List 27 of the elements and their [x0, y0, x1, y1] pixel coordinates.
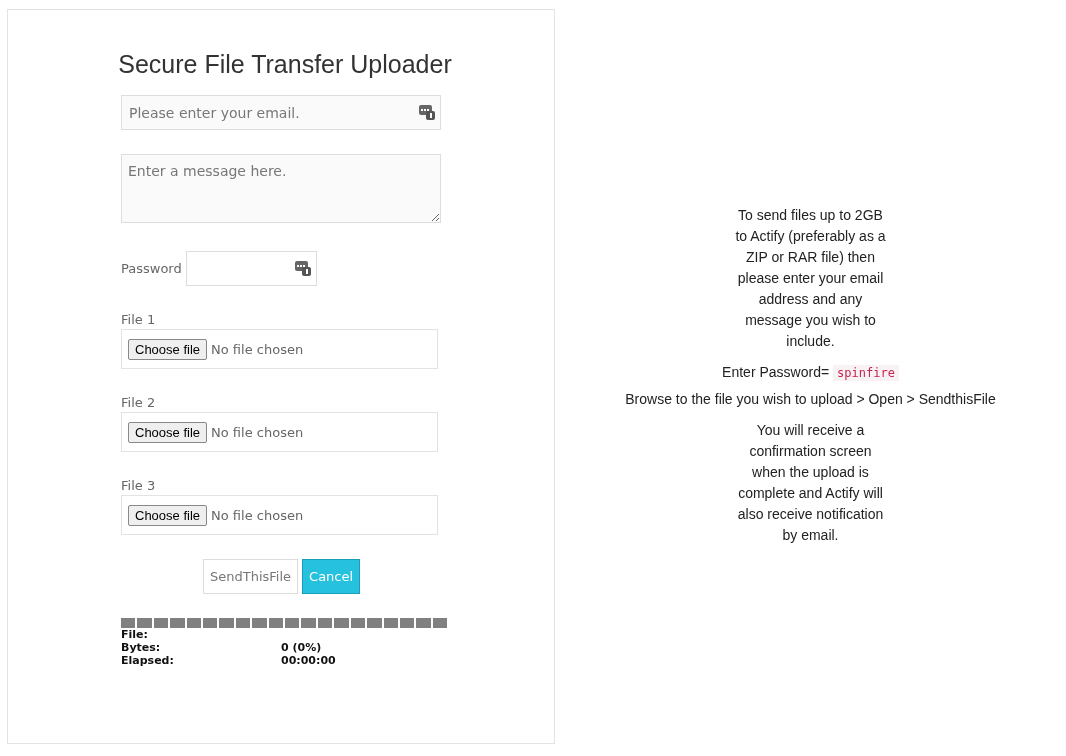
choose-file-button[interactable]: Choose file: [128, 504, 208, 526]
progress-value: 0 (0%): [281, 641, 322, 654]
email-field[interactable]: Please enter your email.: [121, 95, 441, 130]
progress-value: 00:00:00: [281, 654, 336, 667]
progress-label: File:: [121, 628, 149, 641]
file-label: File 3: [121, 478, 157, 493]
progress-label: Bytes:: [121, 641, 162, 654]
intro-text: To send files up to 2GB to Actify (preferably as a ZIP or RAR file) then please enter your email address and any message you wish to include.: [734, 206, 887, 351]
confirmation-text: You will receive a confirmation screen when the upload is complete and Actify will also receive notification by email.: [736, 421, 885, 545]
file-label: File 1: [121, 312, 157, 327]
file-status: No file chosen: [211, 507, 304, 523]
file-label: File 2: [121, 395, 157, 410]
file-status: No file chosen: [211, 341, 304, 357]
file-status: No file chosen: [211, 424, 304, 440]
choose-file-button[interactable]: Choose file: [128, 338, 208, 360]
password-manager-icon[interactable]: [419, 104, 435, 120]
password-manager-icon[interactable]: [294, 260, 311, 276]
form-title: Secure File Transfer Uploader: [117, 50, 453, 79]
message-field[interactable]: Enter a message here.: [121, 154, 441, 223]
password-label: Password: [121, 261, 182, 276]
password-code: spinfire: [833, 364, 899, 381]
password-hint-label: Enter Password=: [722, 363, 830, 382]
send-button[interactable]: SendThisFile: [203, 559, 299, 594]
browse-instructions: Browse to the file you wish to upload > Open > SendthisFile: [625, 390, 996, 409]
progress-label: Elapsed:: [121, 654, 175, 667]
password-field[interactable]: [185, 251, 317, 286]
choose-file-button[interactable]: Choose file: [128, 421, 208, 443]
